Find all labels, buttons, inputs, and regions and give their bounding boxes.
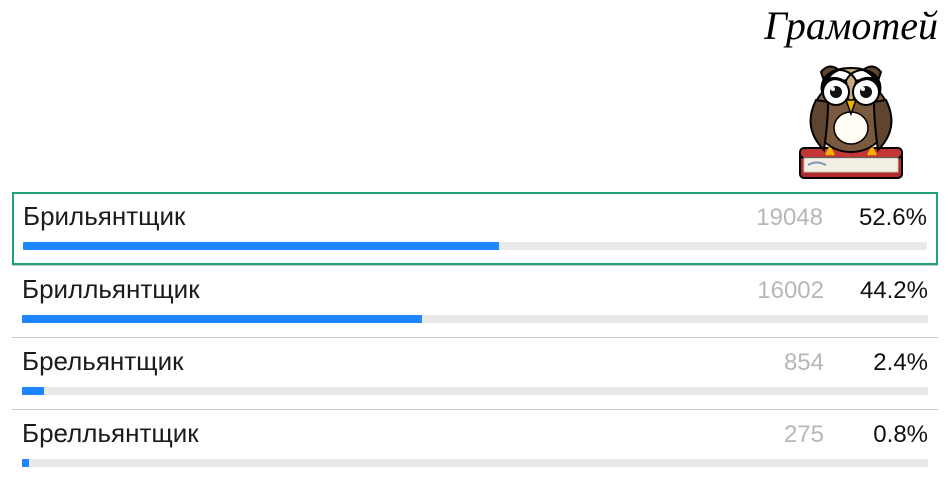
option-percent: 52.6% bbox=[837, 204, 927, 232]
brand-block: Грамотей bbox=[764, 6, 938, 188]
option-count: 19048 bbox=[743, 204, 823, 232]
option-percent: 0.8% bbox=[838, 421, 928, 449]
option-label: Брилльянтщик bbox=[22, 274, 730, 305]
progress-bar bbox=[22, 387, 928, 395]
progress-bar bbox=[22, 315, 928, 323]
option-row[interactable]: Брилльянтщик 16002 44.2% bbox=[12, 265, 938, 337]
option-row[interactable]: Брельянтщик 854 2.4% bbox=[12, 337, 938, 409]
option-row[interactable]: Брелльянтщик 275 0.8% bbox=[12, 409, 938, 481]
option-percent: 44.2% bbox=[838, 277, 928, 305]
option-label: Брильянтщик bbox=[23, 201, 729, 232]
option-label: Брелльянтщик bbox=[22, 418, 730, 449]
brand-title: Грамотей bbox=[764, 6, 938, 46]
option-row[interactable]: Брильянтщик 19048 52.6% bbox=[12, 192, 938, 265]
progress-bar bbox=[23, 242, 927, 250]
owl-on-book-icon bbox=[786, 48, 916, 188]
progress-fill bbox=[23, 242, 499, 250]
option-label: Брельянтщик bbox=[22, 346, 730, 377]
progress-bar bbox=[22, 459, 928, 467]
progress-fill bbox=[22, 315, 422, 323]
progress-fill bbox=[22, 387, 44, 395]
results-list: Брильянтщик 19048 52.6% Брилльянтщик 160… bbox=[12, 192, 938, 481]
option-count: 16002 bbox=[744, 277, 824, 305]
progress-fill bbox=[22, 459, 29, 467]
option-count: 854 bbox=[744, 349, 824, 377]
option-count: 275 bbox=[744, 421, 824, 449]
option-percent: 2.4% bbox=[838, 349, 928, 377]
